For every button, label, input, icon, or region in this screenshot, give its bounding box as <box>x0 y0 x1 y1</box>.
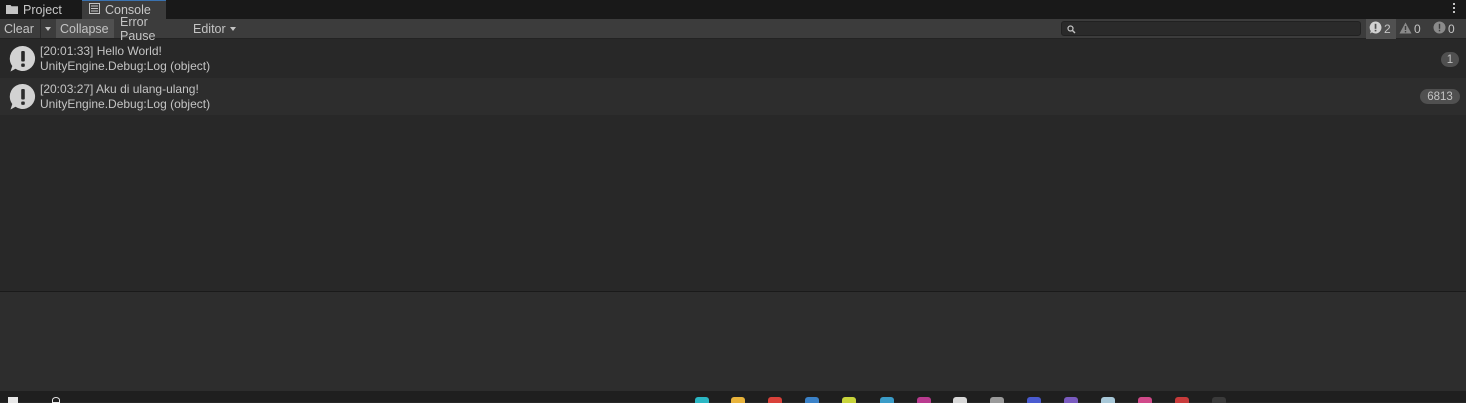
log-count-badge: 6813 <box>1420 89 1460 104</box>
error-count: 0 <box>1448 22 1455 36</box>
start-icon[interactable] <box>8 397 18 403</box>
app-icon[interactable] <box>917 397 931 403</box>
app-icon[interactable] <box>768 397 782 403</box>
search-input[interactable] <box>1080 22 1355 35</box>
log-entry[interactable]: [20:01:33] Hello World! UnityEngine.Debu… <box>0 40 1466 78</box>
app-icon[interactable] <box>1175 397 1189 403</box>
info-icon <box>9 45 37 76</box>
app-icon[interactable] <box>1027 397 1041 403</box>
collapse-toggle[interactable]: Collapse <box>56 19 114 38</box>
search-icon[interactable] <box>52 397 60 403</box>
log-stacktrace: UnityEngine.Debug:Log (object) <box>40 97 211 111</box>
search-icon <box>1067 23 1076 37</box>
tab-project-label: Project <box>23 2 62 17</box>
chevron-down-icon <box>229 26 236 31</box>
app-icon[interactable] <box>842 397 856 403</box>
editor-dropdown-label: Editor <box>193 21 226 36</box>
app-icon[interactable] <box>805 397 819 403</box>
error-icon <box>1433 21 1446 37</box>
log-count-toggle[interactable]: 2 <box>1366 19 1396 39</box>
log-message: [20:03:27] Aku di ulang-ulang! <box>40 82 199 96</box>
log-list[interactable]: [20:01:33] Hello World! UnityEngine.Debu… <box>0 40 1466 291</box>
app-icon[interactable] <box>695 397 709 403</box>
folder-icon <box>6 3 18 17</box>
app-icon[interactable] <box>1101 397 1115 403</box>
app-icon[interactable] <box>953 397 967 403</box>
chevron-down-icon <box>44 26 51 31</box>
log-entry[interactable]: [20:03:27] Aku di ulang-ulang! UnityEngi… <box>0 78 1466 115</box>
app-icon[interactable] <box>1064 397 1078 403</box>
warning-icon <box>1399 22 1412 37</box>
tab-project[interactable]: Project <box>6 0 80 19</box>
warning-count-toggle[interactable]: 0 <box>1399 19 1429 39</box>
log-message: [20:01:33] Hello World! <box>40 44 162 58</box>
taskbar <box>0 391 1466 403</box>
search-field[interactable] <box>1061 21 1361 36</box>
log-detail-pane[interactable] <box>0 292 1466 391</box>
app-icon[interactable] <box>1212 397 1226 403</box>
warning-count: 0 <box>1414 22 1421 36</box>
error-count-toggle[interactable]: 0 <box>1433 19 1463 39</box>
app-icon[interactable] <box>731 397 745 403</box>
editor-dropdown[interactable]: Editor <box>189 19 241 38</box>
log-count: 2 <box>1384 22 1391 36</box>
app-icon[interactable] <box>990 397 1004 403</box>
app-icon[interactable] <box>880 397 894 403</box>
tab-bar: Project Console <box>0 0 1466 19</box>
app-icon[interactable] <box>1138 397 1152 403</box>
clear-button[interactable]: Clear <box>0 19 40 38</box>
more-options-icon[interactable] <box>1453 3 1456 15</box>
error-pause-toggle[interactable]: Error Pause <box>116 15 188 43</box>
info-icon <box>1369 21 1382 37</box>
info-icon <box>9 83 37 114</box>
log-count-badge: 1 <box>1441 52 1459 67</box>
log-stacktrace: UnityEngine.Debug:Log (object) <box>40 59 211 73</box>
clear-options-dropdown[interactable] <box>40 19 54 38</box>
console-icon <box>89 3 100 17</box>
